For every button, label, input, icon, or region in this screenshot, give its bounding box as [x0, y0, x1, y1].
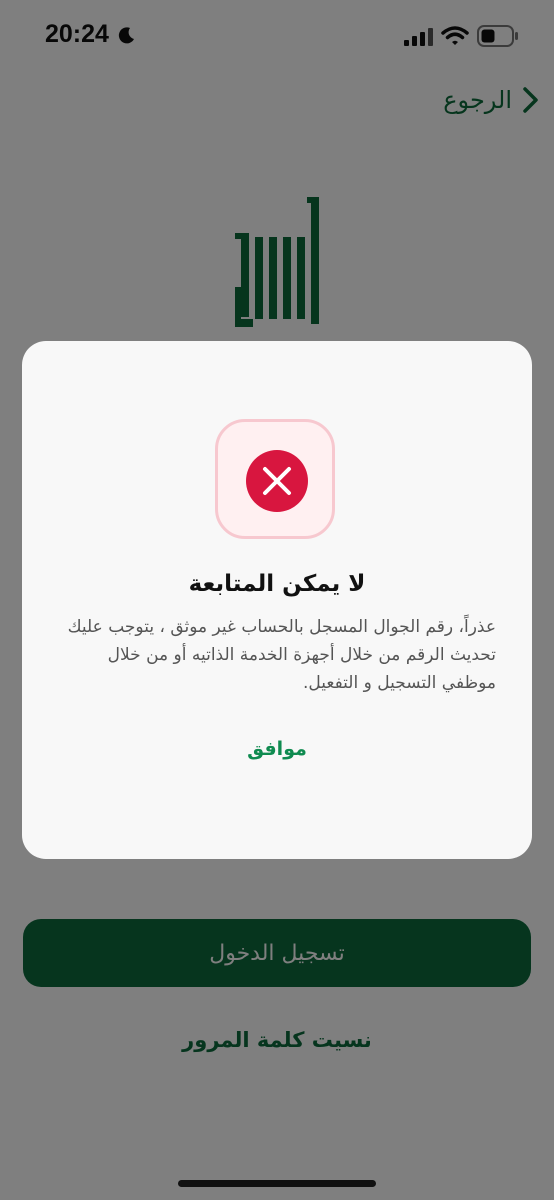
- dialog-title: لا يمكن المتابعة: [188, 571, 366, 597]
- error-badge: [215, 419, 335, 539]
- error-x-icon: [246, 450, 308, 512]
- error-dialog: لا يمكن المتابعة عذراً، رقم الجوال المسج…: [22, 341, 532, 859]
- ok-button[interactable]: موافق: [202, 729, 352, 769]
- home-indicator[interactable]: [178, 1180, 376, 1187]
- dialog-message: عذراً، رقم الجوال المسجل بالحساب غير موث…: [67, 617, 496, 693]
